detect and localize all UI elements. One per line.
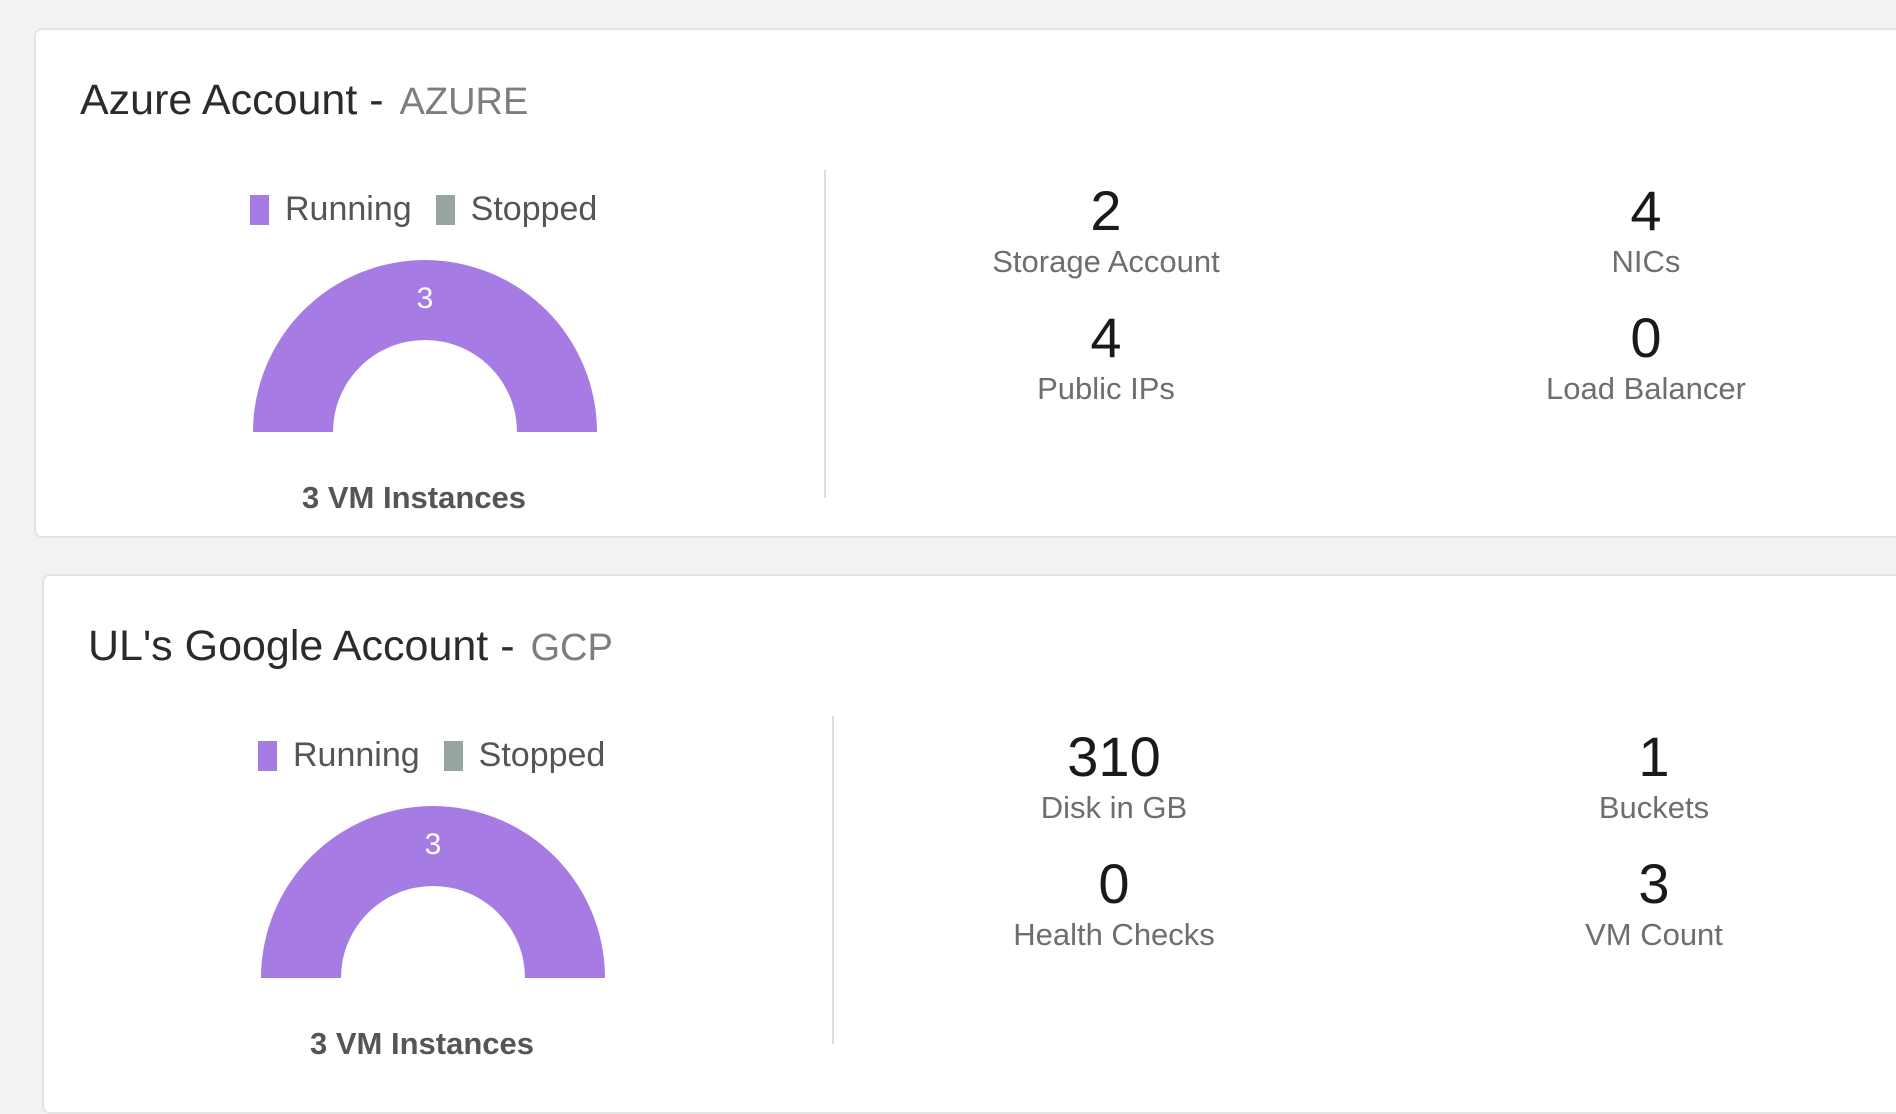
stat-storage-account: 2 Storage Account: [926, 180, 1286, 282]
legend-swatch-stopped: [435, 194, 455, 225]
section-divider: [824, 170, 826, 498]
stat-label: Public IPs: [1037, 371, 1175, 406]
stat-value: 1: [1638, 725, 1670, 788]
account-card-gcp: UL's Google Account - GCP Running Stoppe…: [42, 574, 1896, 1114]
stat-label: Storage Account: [992, 244, 1220, 279]
stat-public-ips: 4 Public IPs: [926, 307, 1286, 409]
stat-label: Disk in GB: [1040, 790, 1188, 825]
account-name: Azure Account: [80, 76, 358, 124]
legend-label-running: Running: [285, 190, 412, 228]
chart-legend: Running Stopped: [258, 736, 629, 775]
account-title: Azure Account - AZURE: [80, 76, 528, 125]
legend-item-stopped[interactable]: Stopped: [443, 736, 606, 775]
account-name: UL's Google Account: [88, 622, 489, 670]
gauge-value-label: 3: [417, 282, 434, 315]
stat-label: Health Checks: [1013, 917, 1215, 952]
account-card-azure: Azure Account - AZURE Running Stopped 3 …: [34, 28, 1896, 538]
stat-value: 4: [1090, 306, 1122, 369]
title-separator: -: [369, 76, 384, 124]
vm-status-chart: Running Stopped 3 3 VM Instances: [204, 190, 624, 530]
stat-value: 4: [1630, 179, 1662, 242]
vm-instances-caption: 3 VM Instances: [302, 480, 526, 515]
stat-label: Buckets: [1598, 790, 1710, 825]
legend-label-running: Running: [293, 736, 420, 774]
vm-gauge: 3: [253, 260, 597, 432]
legend-item-running[interactable]: Running: [250, 190, 412, 229]
stat-value: 310: [1067, 725, 1161, 788]
legend-item-stopped[interactable]: Stopped: [435, 190, 598, 229]
vm-status-chart: Running Stopped 3 3 VM Instances: [212, 736, 632, 1076]
stat-vm-count: 3 VM Count: [1474, 853, 1834, 955]
provider-label: GCP: [530, 627, 613, 669]
gauge-value-label: 3: [425, 828, 442, 861]
stat-nics: 4 NICs: [1466, 180, 1826, 282]
legend-swatch-running: [258, 740, 277, 771]
legend-swatch-stopped: [443, 740, 463, 771]
legend-item-running[interactable]: Running: [258, 736, 420, 775]
title-separator: -: [500, 622, 515, 670]
vm-instances-caption: 3 VM Instances: [310, 1026, 534, 1061]
account-title: UL's Google Account - GCP: [88, 622, 613, 671]
legend-label-stopped: Stopped: [478, 736, 606, 774]
section-divider: [832, 716, 834, 1044]
legend-swatch-running: [250, 194, 269, 225]
stat-load-balancer: 0 Load Balancer: [1466, 307, 1826, 409]
chart-legend: Running Stopped: [250, 190, 621, 229]
stat-value: 0: [1630, 306, 1662, 369]
stat-disk-in-gb: 310 Disk in GB: [934, 726, 1294, 828]
stat-buckets: 1 Buckets: [1474, 726, 1834, 828]
stat-value: 2: [1090, 179, 1122, 242]
vm-gauge: 3: [261, 806, 605, 978]
stat-value: 3: [1638, 852, 1670, 915]
stat-value: 0: [1098, 852, 1130, 915]
stat-label: NICs: [1611, 244, 1681, 279]
stat-label: Load Balancer: [1546, 371, 1746, 406]
provider-label: AZURE: [399, 81, 529, 123]
legend-label-stopped: Stopped: [470, 190, 598, 228]
stat-health-checks: 0 Health Checks: [934, 853, 1294, 955]
stat-label: VM Count: [1585, 917, 1723, 952]
